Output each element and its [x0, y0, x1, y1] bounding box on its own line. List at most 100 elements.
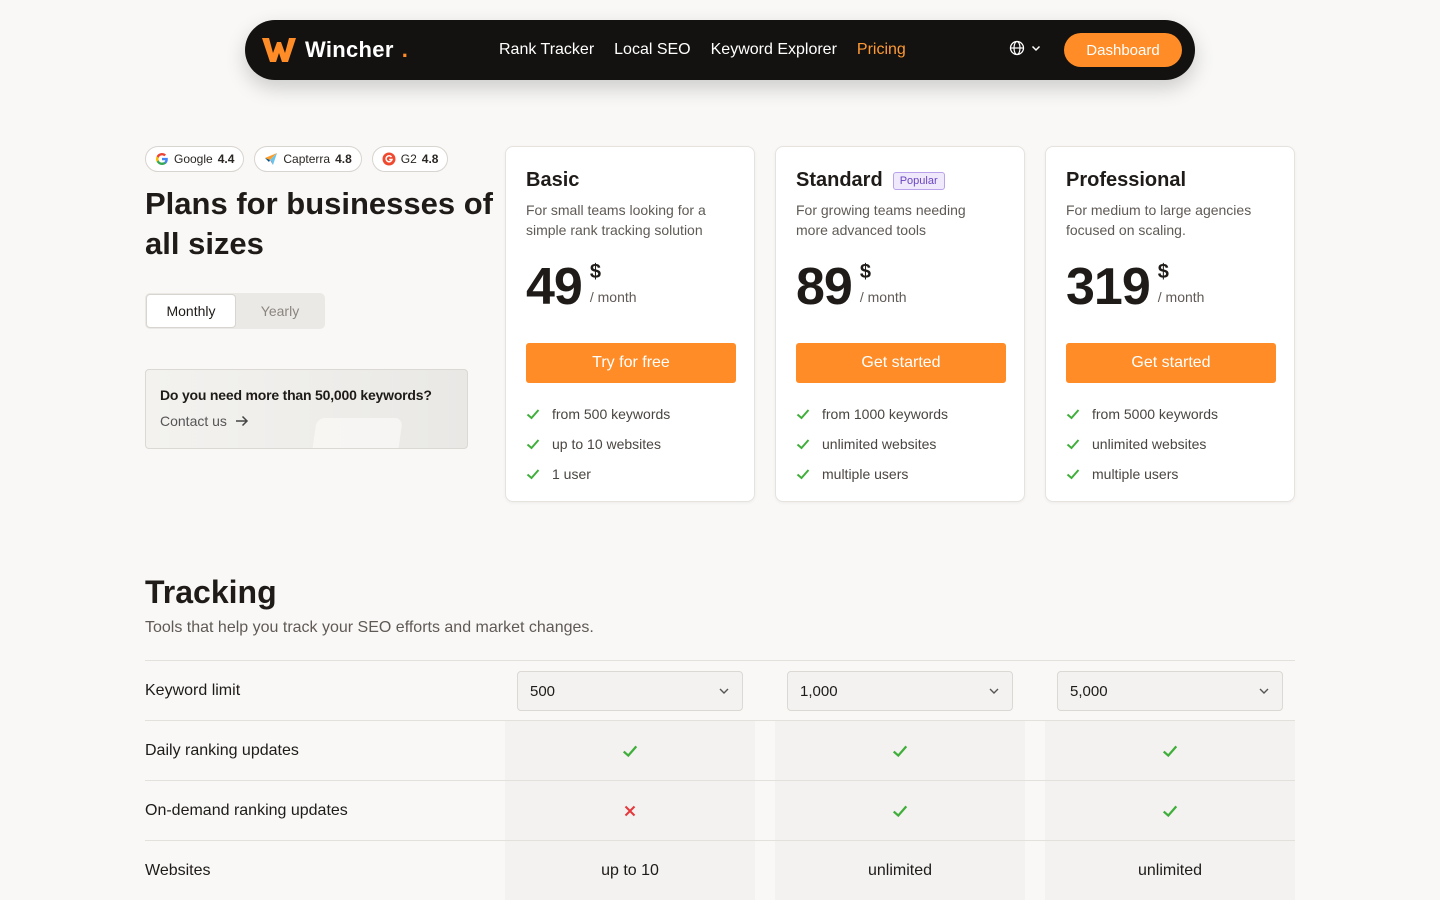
- nav-link-rank-tracker[interactable]: Rank Tracker: [499, 41, 594, 59]
- chevron-down-icon: [719, 688, 729, 694]
- nav-link-pricing[interactable]: Pricing: [857, 41, 906, 59]
- feature-text: from 1000 keywords: [822, 406, 949, 422]
- table-cell: 5,000: [1045, 661, 1295, 721]
- plan-name-text: Basic: [526, 169, 580, 191]
- price-currency: $: [1157, 261, 1169, 283]
- plan-price: 89 $ / month: [796, 259, 907, 315]
- plan-description: For growing teams needing more advanced …: [796, 202, 966, 238]
- price-amount: 89: [796, 258, 853, 316]
- feature-text: multiple users: [1092, 466, 1179, 482]
- page-title: Plans for businesses of all sizes: [145, 186, 493, 261]
- language-selector[interactable]: [1009, 40, 1041, 56]
- feature-text: unlimited websites: [1092, 436, 1207, 452]
- table-cell: unlimited: [1137, 862, 1203, 879]
- table-row-websites: Websites up to 10 unlimited unlimited: [145, 840, 1295, 900]
- table-row-keyword-limit: Keyword limit 500 1,000 5,000: [145, 660, 1295, 720]
- plan-name-text: Standard: [796, 169, 883, 191]
- enterprise-question: Do you need more than 50,000 keywords?: [160, 387, 432, 403]
- price-period: / month: [859, 289, 907, 305]
- plan-card-professional: Professional For medium to large agencie…: [1045, 146, 1295, 502]
- select-value: 500: [530, 682, 556, 700]
- try-for-free-button[interactable]: Try for free: [526, 343, 736, 383]
- price-amount: 49: [526, 258, 583, 316]
- check-icon: [526, 439, 540, 450]
- billing-option-yearly[interactable]: Yearly: [236, 294, 324, 328]
- check-icon: [1162, 805, 1178, 818]
- get-started-button[interactable]: Get started: [796, 343, 1006, 383]
- feature-item: multiple users: [796, 459, 948, 489]
- rating-badge-g2[interactable]: G2 4.8: [371, 146, 449, 172]
- feature-item: from 500 keywords: [526, 399, 670, 429]
- keyword-limit-select-standard[interactable]: 1,000: [787, 671, 1013, 711]
- arrow-right-icon: [235, 415, 248, 427]
- rating-name: G2: [400, 152, 417, 166]
- check-icon: [892, 805, 908, 818]
- price-currency: $: [589, 261, 601, 283]
- popular-badge: Popular: [892, 171, 945, 190]
- check-icon: [622, 745, 638, 758]
- check-icon: [1066, 409, 1080, 420]
- price-amount: 319: [1066, 258, 1151, 316]
- check-icon: [1162, 745, 1178, 758]
- plan-name: Standard Popular: [796, 169, 945, 192]
- table-cell: up to 10: [601, 862, 659, 879]
- feature-item: up to 10 websites: [526, 429, 670, 459]
- table-cell: [1045, 721, 1295, 781]
- feature-item: unlimited websites: [796, 429, 948, 459]
- check-icon: [526, 469, 540, 480]
- dashboard-button[interactable]: Dashboard: [1064, 33, 1182, 67]
- section-title-tracking: Tracking: [145, 574, 277, 610]
- cross-icon: [624, 805, 636, 817]
- feature-item: unlimited websites: [1066, 429, 1218, 459]
- table-cell: unlimited: [867, 862, 933, 879]
- globe-icon: [1009, 40, 1025, 56]
- feature-text: up to 10 websites: [552, 436, 661, 452]
- decorative-shape: [311, 418, 403, 448]
- keyword-limit-select-basic[interactable]: 500: [517, 671, 743, 711]
- nav-links: Rank Tracker Local SEO Keyword Explorer …: [499, 20, 906, 80]
- plan-price: 49 $ / month: [526, 259, 637, 315]
- table-cell: [505, 781, 755, 841]
- brand-logo[interactable]: Wincher.: [261, 36, 408, 64]
- ratings-badges: Google 4.4 Capterra 4.8 G2 4.8: [145, 146, 449, 172]
- section-subtitle: Tools that help you track your SEO effor…: [145, 619, 594, 636]
- rating-badge-capterra[interactable]: Capterra 4.8: [254, 146, 362, 172]
- nav-link-keyword-explorer[interactable]: Keyword Explorer: [711, 41, 837, 59]
- rating-name: Google: [174, 152, 213, 166]
- feature-text: 1 user: [552, 466, 591, 482]
- plan-name-text: Professional: [1066, 169, 1187, 191]
- row-label: Keyword limit: [145, 681, 241, 699]
- table-row-daily-updates: Daily ranking updates: [145, 720, 1295, 780]
- top-navbar: Wincher. Rank Tracker Local SEO Keyword …: [245, 20, 1195, 80]
- g2-icon: [382, 152, 396, 166]
- row-label: Daily ranking updates: [145, 741, 299, 759]
- wincher-logo-icon: [262, 38, 296, 62]
- row-label: Websites: [145, 861, 211, 879]
- plan-description: For small teams looking for a simple ran…: [526, 202, 706, 238]
- contact-us-link[interactable]: Contact us: [160, 413, 249, 429]
- comparison-table: Keyword limit 500 1,000 5,000 Daily rank…: [145, 660, 1295, 900]
- feature-item: 1 user: [526, 459, 670, 489]
- get-started-button[interactable]: Get started: [1066, 343, 1276, 383]
- feature-text: from 500 keywords: [552, 406, 671, 422]
- billing-option-monthly[interactable]: Monthly: [146, 294, 236, 328]
- price-period: / month: [589, 289, 637, 305]
- price-period: / month: [1157, 289, 1205, 305]
- billing-toggle: Monthly Yearly: [145, 293, 325, 329]
- brand-dot: .: [401, 37, 409, 62]
- keyword-limit-select-professional[interactable]: 5,000: [1057, 671, 1283, 711]
- plan-description: For medium to large agencies focused on …: [1066, 202, 1252, 238]
- plan-card-standard: Standard Popular For growing teams needi…: [775, 146, 1025, 502]
- rating-name: Capterra: [283, 152, 331, 166]
- contact-us-label: Contact us: [160, 413, 227, 429]
- table-cell: 1,000: [775, 661, 1025, 721]
- check-icon: [796, 409, 810, 420]
- rating-badge-google[interactable]: Google 4.4: [145, 146, 245, 172]
- rating-score: 4.8: [421, 152, 439, 166]
- feature-text: unlimited websites: [822, 436, 937, 452]
- nav-link-local-seo[interactable]: Local SEO: [614, 41, 690, 59]
- check-icon: [526, 409, 540, 420]
- google-icon: [156, 153, 168, 165]
- plan-price: 319 $ / month: [1066, 259, 1204, 315]
- table-cell: [775, 781, 1025, 841]
